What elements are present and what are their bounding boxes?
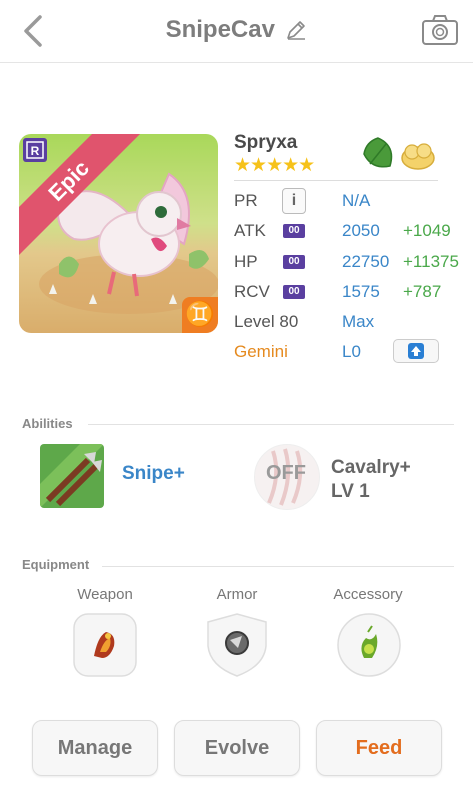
equipment-divider xyxy=(102,566,454,567)
evolve-button[interactable]: Evolve xyxy=(174,720,300,776)
passive-skill-title: Cavalry+ xyxy=(331,457,411,478)
armor-label: Armor xyxy=(216,586,258,603)
monster-nickname[interactable]: SnipeCav xyxy=(166,16,275,43)
star-rating: ★★★★★ xyxy=(234,155,315,176)
info-icon[interactable]: i xyxy=(282,188,306,214)
rarity-r-icon: R xyxy=(23,138,47,162)
pr-label: PR xyxy=(234,191,258,210)
monster-species-name: Spryxa xyxy=(234,132,298,153)
hp-bonus: +11375 xyxy=(403,252,459,271)
accessory-slot-icon[interactable] xyxy=(336,612,402,678)
element-icons xyxy=(363,137,435,170)
abilities-divider xyxy=(88,424,454,425)
pencil-edit-icon[interactable] xyxy=(285,19,307,41)
upgrade-button[interactable] xyxy=(393,339,439,363)
atk-label: ATK xyxy=(234,221,266,240)
level-label: Level 80 xyxy=(234,312,299,331)
hp-plus-badge: 00 xyxy=(283,255,305,269)
snipe-skill-icon[interactable] xyxy=(40,444,104,508)
abilities-section-label: Abilities xyxy=(22,416,73,431)
passive-skill-level: LV 1 xyxy=(331,481,370,502)
equipment-section-label: Equipment xyxy=(22,557,90,572)
passive-off-status: OFF xyxy=(266,462,306,484)
camera-icon[interactable] xyxy=(421,14,459,46)
rcv-plus-badge: 00 xyxy=(283,285,305,299)
gemini-level: L0 xyxy=(342,342,361,361)
rcv-value: 1575 xyxy=(342,282,380,301)
accessory-label: Accessory xyxy=(333,586,403,603)
atk-plus-badge: 00 xyxy=(283,224,305,238)
passive-skill-name[interactable]: Cavalry+ LV 1 xyxy=(331,456,411,504)
armor-slot-icon[interactable] xyxy=(204,612,270,678)
atk-bonus: +1049 xyxy=(403,221,451,240)
gemini-label: Gemini xyxy=(234,342,288,361)
top-bar: SnipeCav xyxy=(0,0,473,63)
rcv-label: RCV xyxy=(234,282,270,301)
active-skill-name[interactable]: Snipe+ xyxy=(122,463,185,485)
manage-button[interactable]: Manage xyxy=(32,720,158,776)
atk-value: 2050 xyxy=(342,221,380,240)
level-value: Max xyxy=(342,312,375,331)
svg-text:R: R xyxy=(31,144,40,158)
weapon-label: Weapon xyxy=(77,586,133,603)
weapon-slot-icon[interactable] xyxy=(72,612,138,678)
hp-label: HP xyxy=(234,252,258,271)
hp-value: 22750 xyxy=(342,252,390,271)
pr-value: N/A xyxy=(342,191,371,210)
rcv-bonus: +787 xyxy=(403,282,442,301)
cloud-element-icon xyxy=(401,143,435,170)
monster-portrait[interactable]: R Epic ♊ xyxy=(19,134,218,333)
leaf-element-icon xyxy=(363,137,393,168)
stats-divider xyxy=(234,180,438,181)
arrow-up-icon xyxy=(408,343,424,359)
title-area: SnipeCav xyxy=(0,16,473,44)
gemini-zodiac-icon: ♊ xyxy=(182,297,218,333)
feed-button[interactable]: Feed xyxy=(316,720,442,776)
